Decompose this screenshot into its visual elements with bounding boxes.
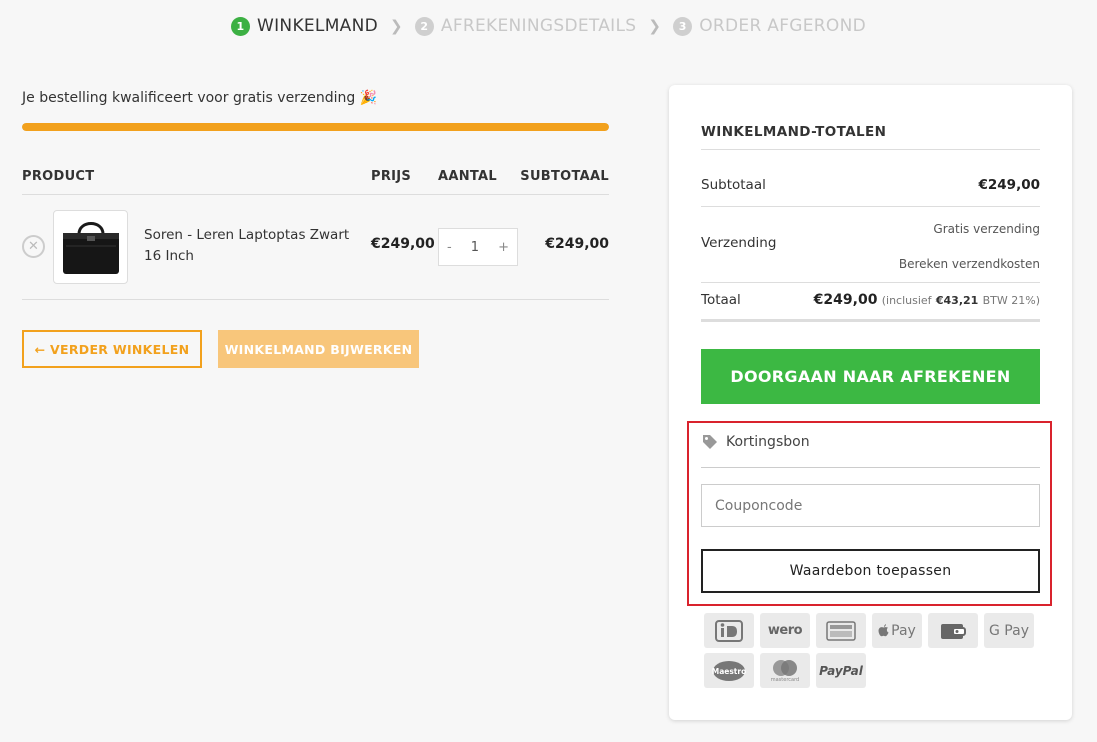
step-label: ORDER AFGEROND xyxy=(699,16,866,36)
header-price: PRIJS xyxy=(371,169,412,184)
product-price: €249,00 xyxy=(371,236,435,252)
google-pay-icon: G Pay xyxy=(984,613,1034,648)
free-shipping-text: Je bestelling kwalificeert voor gratis v… xyxy=(22,90,356,106)
mastercard-text: mastercard xyxy=(770,676,800,683)
cart-totals-title: WINKELMAND-TOTALEN xyxy=(701,124,887,140)
tax-amount: €43,21 xyxy=(935,294,979,307)
step-number: 2 xyxy=(414,16,434,36)
chevron-right-icon: ❯ xyxy=(390,17,403,35)
product-thumbnail[interactable] xyxy=(53,210,128,284)
divider xyxy=(701,467,1040,468)
subtotal-label: Subtotaal xyxy=(701,177,766,193)
remove-item-button[interactable]: ✕ xyxy=(22,235,45,258)
cart-table-header: PRODUCT PRIJS AANTAL SUBTOTAAL xyxy=(22,168,609,195)
mastercard-icon: mastercard xyxy=(760,653,810,688)
header-product: PRODUCT xyxy=(22,169,95,184)
svg-text:Maestro: Maestro xyxy=(712,667,747,676)
increment-button[interactable]: + xyxy=(498,240,509,255)
maestro-icon: Maestro xyxy=(704,653,754,688)
step-cart[interactable]: 1 WINKELMAND xyxy=(231,16,378,36)
total-value-group: €249,00 (inclusief €43,21 BTW 21%) xyxy=(701,292,1040,308)
apply-coupon-button[interactable]: Waardebon toepassen xyxy=(701,549,1040,593)
update-cart-button[interactable]: WINKELMAND BIJWERKEN xyxy=(218,330,419,368)
header-subtotal: SUBTOTAAL xyxy=(520,169,609,184)
divider xyxy=(701,149,1040,150)
checkout-steps: 1 WINKELMAND ❯ 2 AFREKENINGSDETAILS ❯ 3 … xyxy=(0,16,1097,36)
step-label: AFREKENINGSDETAILS xyxy=(440,16,637,36)
header-quantity: AANTAL xyxy=(438,169,498,184)
shipping-value: Gratis verzending xyxy=(933,222,1040,236)
coupon-toggle[interactable]: Kortingsbon xyxy=(701,433,810,451)
google-pay-text: G Pay xyxy=(989,622,1029,639)
calculate-shipping-link[interactable]: Bereken verzendkosten xyxy=(701,257,1040,271)
ideal-icon xyxy=(704,613,754,648)
bancontact-icon xyxy=(816,613,866,648)
cart-item-row: ✕ Soren - Leren Laptoptas Zwart 16 Inch … xyxy=(22,196,609,300)
subtotal-value: €249,00 xyxy=(978,177,1041,193)
laptop-bag-image xyxy=(62,222,119,274)
coupon-section: Kortingsbon Waardebon toepassen xyxy=(687,421,1052,606)
paypal-icon: PayPal xyxy=(816,653,866,688)
decrement-button[interactable]: - xyxy=(447,240,452,255)
free-shipping-progress xyxy=(22,123,609,131)
cash-icon xyxy=(928,613,978,648)
wero-logo-text: wero xyxy=(767,623,803,638)
coupon-code-input[interactable] xyxy=(701,484,1040,527)
subtotal-row: Subtotaal €249,00 xyxy=(701,177,1040,193)
step-number: 3 xyxy=(673,16,693,36)
product-name-link[interactable]: Soren - Leren Laptoptas Zwart 16 Inch xyxy=(144,225,364,267)
chevron-right-icon: ❯ xyxy=(648,17,662,35)
quantity-value[interactable]: 1 xyxy=(471,240,479,255)
total-value: €249,00 xyxy=(813,292,878,308)
free-shipping-message: Je bestelling kwalificeert voor gratis v… xyxy=(22,90,377,106)
tag-icon xyxy=(703,435,717,449)
shipping-row: Verzending xyxy=(701,235,1040,251)
divider xyxy=(701,282,1040,283)
step-number: 1 xyxy=(231,16,250,36)
step-order-complete[interactable]: 3 ORDER AFGEROND xyxy=(673,16,866,36)
step-label: WINKELMAND xyxy=(257,16,379,36)
divider xyxy=(701,319,1040,322)
paypal-text: PayPal xyxy=(819,663,863,678)
apple-pay-icon: Pay xyxy=(872,613,922,648)
tax-prefix: (inclusief xyxy=(881,294,932,307)
cart-totals-panel: WINKELMAND-TOTALEN Subtotaal €249,00 Ver… xyxy=(669,85,1072,720)
product-subtotal: €249,00 xyxy=(545,236,609,252)
party-icon: 🎉 xyxy=(359,90,378,106)
divider xyxy=(701,206,1040,207)
quantity-stepper[interactable]: - 1 + xyxy=(438,228,518,266)
proceed-to-checkout-button[interactable]: DOORGAAN NAAR AFREKENEN xyxy=(701,349,1040,404)
tax-suffix: BTW 21%) xyxy=(982,294,1040,307)
continue-shopping-button[interactable]: ← VERDER WINKELEN xyxy=(22,330,202,368)
close-icon: ✕ xyxy=(28,239,39,254)
coupon-label: Kortingsbon xyxy=(726,434,810,450)
progress-fill xyxy=(22,123,609,131)
wero-icon: wero xyxy=(760,613,810,648)
shipping-label: Verzending xyxy=(701,235,777,251)
step-checkout-details[interactable]: 2 AFREKENINGSDETAILS xyxy=(414,16,637,36)
